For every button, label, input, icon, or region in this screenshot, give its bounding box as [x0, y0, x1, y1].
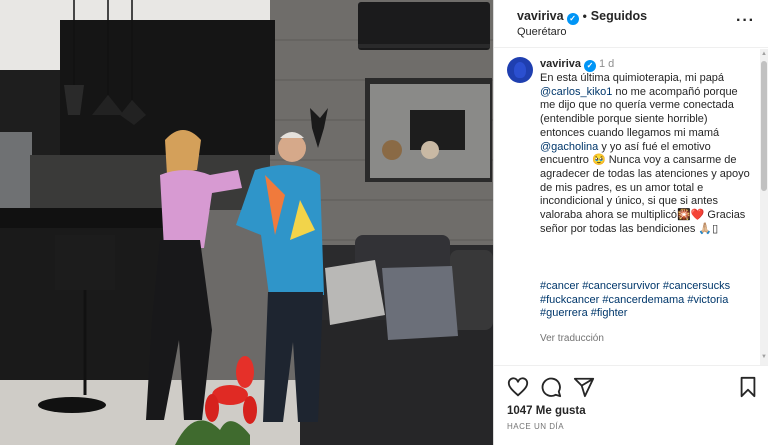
post-location[interactable]: Querétaro — [517, 26, 567, 38]
header-username[interactable]: vaviriva — [517, 9, 564, 23]
heart-icon[interactable] — [507, 376, 529, 398]
likes-count[interactable]: 1047 Me gusta — [507, 405, 586, 417]
more-horizontal-icon[interactable]: ··· — [736, 12, 755, 30]
action-bar: 1047 Me gusta HACE UN DÍA — [494, 365, 768, 445]
hashtags[interactable]: #cancer #cancersurvivor #cancersucks #fu… — [540, 280, 750, 321]
post-photo[interactable] — [0, 0, 493, 445]
verified-badge-icon: ✓ — [583, 60, 596, 72]
verified-badge-icon: ✓ — [566, 13, 579, 25]
comment-icon[interactable] — [540, 376, 562, 398]
post-side-panel: vaviriva ✓ • Seguidos Querétaro ··· vaviriv… — [493, 0, 768, 445]
mention-link[interactable]: @carlos_kiko1 — [540, 86, 612, 98]
caption-time[interactable]: 1 d — [599, 58, 614, 70]
post-image — [0, 0, 493, 445]
caption-text-part: En esta última quimioterapia, mi papá — [540, 72, 728, 84]
caption-area: vaviriva ✓ 1 d En esta última quimioterapi… — [494, 49, 762, 365]
post-timestamp: HACE UN DÍA — [507, 422, 565, 431]
caption-header: vaviriva ✓ 1 d — [540, 58, 614, 72]
caption-text: En esta última quimioterapia, mi papá @c… — [540, 72, 750, 236]
header-separator: • — [582, 9, 587, 23]
caption-username[interactable]: vaviriva — [540, 58, 581, 70]
post-header: vaviriva ✓ • Seguidos Querétaro ··· — [494, 0, 768, 48]
header-user-line: vaviriva ✓ • Seguidos — [517, 9, 647, 25]
avatar[interactable] — [507, 57, 533, 83]
following-button[interactable]: Seguidos — [591, 9, 647, 23]
scrollbar-thumb[interactable] — [761, 61, 767, 191]
caption-text-part: y yo así fué el emotivo encuentro 🥹 Nunc… — [540, 140, 753, 235]
bookmark-icon[interactable] — [737, 376, 759, 398]
see-translation-link[interactable]: Ver traducción — [540, 333, 604, 344]
share-icon[interactable] — [573, 376, 595, 398]
mention-link[interactable]: @gacholina — [540, 141, 598, 153]
scroll-up-arrow-icon[interactable]: ▲ — [761, 51, 767, 57]
scroll-down-arrow-icon[interactable]: ▼ — [761, 354, 767, 360]
